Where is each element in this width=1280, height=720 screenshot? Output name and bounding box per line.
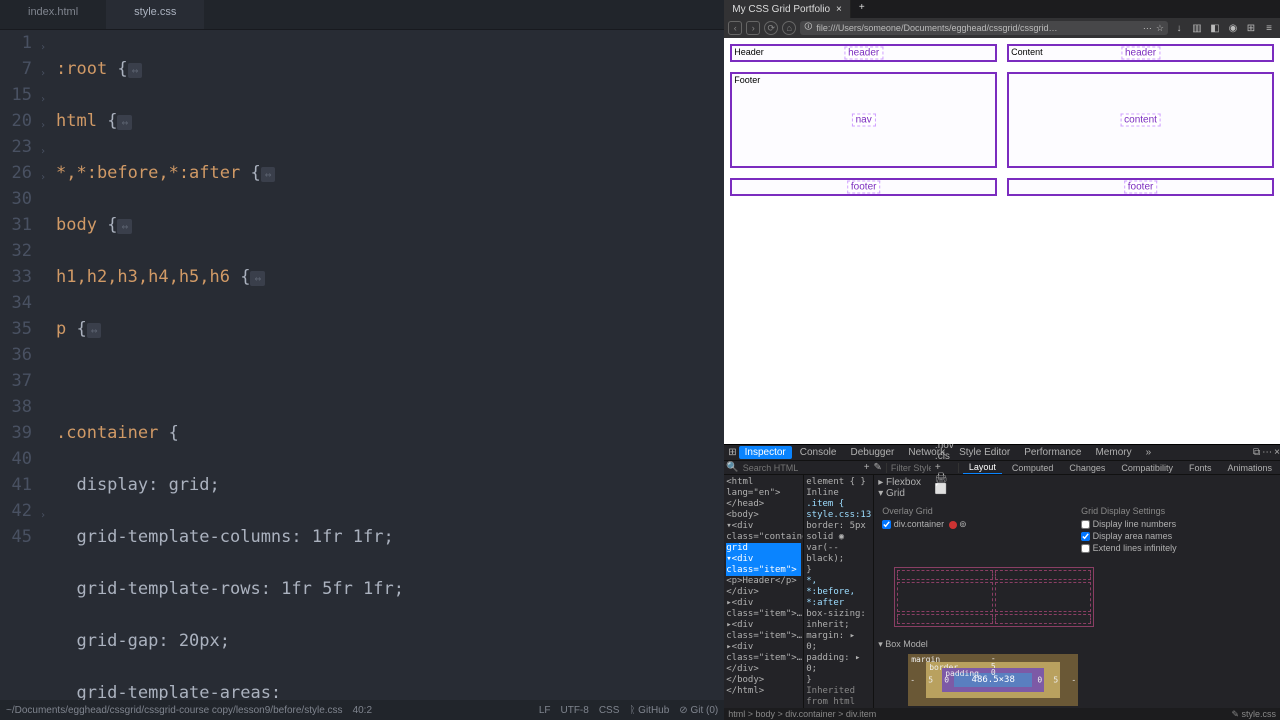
menu-icon[interactable]: ≡ — [1262, 23, 1276, 34]
url-bar[interactable]: 🛈 file:///Users/someone/Documents/egghea… — [800, 21, 1168, 35]
home-button[interactable]: ⌂ — [782, 21, 796, 35]
star-icon[interactable]: ☆ — [1156, 23, 1164, 34]
overlay-grid-header: Overlay Grid — [882, 506, 1073, 516]
fold-column[interactable]: ››››››› — [40, 30, 56, 700]
close-icon[interactable]: × — [1274, 447, 1280, 458]
grid-area-label: header — [844, 47, 883, 60]
grid-cell: Content header — [1007, 44, 1274, 62]
grid-area-label: content — [1120, 114, 1161, 127]
search-icon: 🔍 — [726, 462, 738, 473]
grid-area-label: footer — [1124, 181, 1158, 194]
devtools-footer: html > body > div.container > div.item ✎… — [724, 708, 1280, 720]
browser-pane: My CSS Grid Portfolio × + ‹ › ⟳ ⌂ 🛈 file… — [724, 0, 1280, 720]
code-area[interactable]: 1 7 15 20 23 26 30 31 32 33 34 35 36 37 … — [0, 30, 724, 700]
browser-tab-title: My CSS Grid Portfolio — [732, 4, 830, 15]
tab-style-css[interactable]: style.css — [106, 0, 204, 29]
lock-icon: 🛈 — [804, 21, 812, 35]
search-html-input[interactable] — [743, 463, 860, 473]
new-tab-button[interactable]: + — [851, 0, 873, 18]
filter-styles-input[interactable] — [891, 463, 931, 473]
subtab-changes[interactable]: Changes — [1063, 462, 1111, 474]
opt-line-numbers[interactable]: Display line numbers — [1081, 519, 1272, 529]
devtools-tabs: ⊞ Inspector Console Debugger Network Sty… — [724, 445, 1280, 461]
browser-chrome: My CSS Grid Portfolio × + ‹ › ⟳ ⌂ 🛈 file… — [724, 0, 1280, 38]
forward-button[interactable]: › — [746, 21, 760, 35]
tab-performance[interactable]: Performance — [1018, 446, 1087, 459]
status-path: ~/Documents/egghead/cssgrid/cssgrid-cour… — [6, 705, 343, 716]
statusbar: ~/Documents/egghead/cssgrid/cssgrid-cour… — [0, 700, 724, 720]
subtab-layout[interactable]: Layout — [963, 461, 1002, 474]
gutter: 1 7 15 20 23 26 30 31 32 33 34 35 36 37 … — [0, 30, 40, 700]
grid-settings-header: Grid Display Settings — [1081, 506, 1272, 516]
dom-tree[interactable]: <html lang="en"></head> <body> ▾<div cla… — [724, 475, 804, 708]
browser-tab[interactable]: My CSS Grid Portfolio × — [724, 0, 851, 18]
grid-area-label: header — [1121, 47, 1160, 60]
devtools: ⊞ Inspector Console Debugger Network Sty… — [724, 444, 1280, 720]
library-icon[interactable]: ▥ — [1190, 23, 1204, 34]
code-content[interactable]: :root {↔ html {↔ *,*:before,*:after {↔ b… — [56, 30, 724, 700]
grid-area-label: nav — [852, 114, 876, 127]
subtab-computed[interactable]: Computed — [1006, 462, 1060, 474]
close-icon[interactable]: × — [836, 4, 842, 15]
layout-pane: ▸ Flexbox ▾ Grid Overlay Grid div.contai… — [874, 475, 1280, 708]
grid-cell: content — [1007, 72, 1274, 168]
breadcrumb[interactable]: html > body > div.container > div.item — [728, 709, 876, 719]
status-eol[interactable]: LF — [539, 705, 551, 716]
reload-button[interactable]: ⟳ — [764, 21, 778, 35]
grid-preview — [894, 567, 1094, 627]
subtab-compat[interactable]: Compatibility — [1115, 462, 1179, 474]
grid-container: Header header Content header Footer nav … — [730, 44, 1274, 196]
grid-cell: Footer nav — [730, 72, 997, 168]
tab-inspector[interactable]: Inspector — [739, 446, 792, 459]
box-model-section: ▾ Box Model margin --- border 555 — [878, 639, 1276, 706]
add-icon[interactable]: + — [864, 462, 870, 473]
subtab-fonts[interactable]: Fonts — [1183, 462, 1218, 474]
grid-cell: Header header — [730, 44, 997, 62]
tab-console[interactable]: Console — [794, 446, 843, 459]
status-cursor-pos: 40:2 — [353, 705, 372, 716]
styles-pane[interactable]: element { } Inline .item { style.css:13 … — [804, 475, 874, 708]
back-button[interactable]: ‹ — [728, 21, 742, 35]
grid-cell: footer — [1007, 178, 1274, 196]
grid-area-label: footer — [847, 181, 881, 194]
status-git[interactable]: ⊘ Git (0) — [679, 705, 718, 716]
editor-tabs: index.html style.css — [0, 0, 724, 30]
page-content: Header header Content header Footer nav … — [724, 38, 1280, 444]
opt-extend-lines[interactable]: Extend lines infinitely — [1081, 543, 1272, 553]
status-github[interactable]: ᚱ GitHub — [629, 705, 669, 716]
box-model-diagram[interactable]: margin --- border 555 padding 000 48 — [908, 654, 1078, 706]
tab-debugger[interactable]: Debugger — [844, 446, 900, 459]
grid-cell: footer — [730, 178, 997, 196]
download-icon[interactable]: ↓ — [1172, 23, 1186, 34]
status-encoding[interactable]: UTF-8 — [560, 705, 588, 716]
grid-section[interactable]: ▾ Grid — [878, 488, 1276, 499]
account-icon[interactable]: ◉ — [1226, 23, 1240, 34]
flexbox-section[interactable]: ▸ Flexbox — [878, 477, 1276, 488]
editor-pane: index.html style.css 1 7 15 20 23 26 30 … — [0, 0, 724, 720]
overlay-container-checkbox[interactable]: div.container ⊚ — [882, 519, 1073, 530]
tab-index-html[interactable]: index.html — [0, 0, 106, 29]
tab-style-editor[interactable]: Style Editor — [953, 446, 1016, 459]
extensions-icon[interactable]: ⊞ — [1244, 23, 1258, 34]
dock-icon[interactable]: ⧉ — [1253, 447, 1260, 458]
status-lang[interactable]: CSS — [599, 705, 620, 716]
subtab-animations[interactable]: Animations — [1221, 462, 1278, 474]
sidebar-icon[interactable]: ◧ — [1208, 23, 1222, 34]
more-icon[interactable]: ⋯ — [1262, 447, 1272, 458]
tab-memory[interactable]: Memory — [1089, 446, 1137, 459]
tabs-overflow[interactable]: » — [1140, 446, 1158, 459]
eyedropper-icon[interactable]: ✎ — [874, 462, 882, 473]
inspect-icon[interactable]: ⊞ — [728, 447, 736, 458]
color-swatch[interactable] — [949, 521, 957, 529]
opt-area-names[interactable]: Display area names — [1081, 531, 1272, 541]
url-text: file:///Users/someone/Documents/egghead/… — [816, 23, 1057, 33]
